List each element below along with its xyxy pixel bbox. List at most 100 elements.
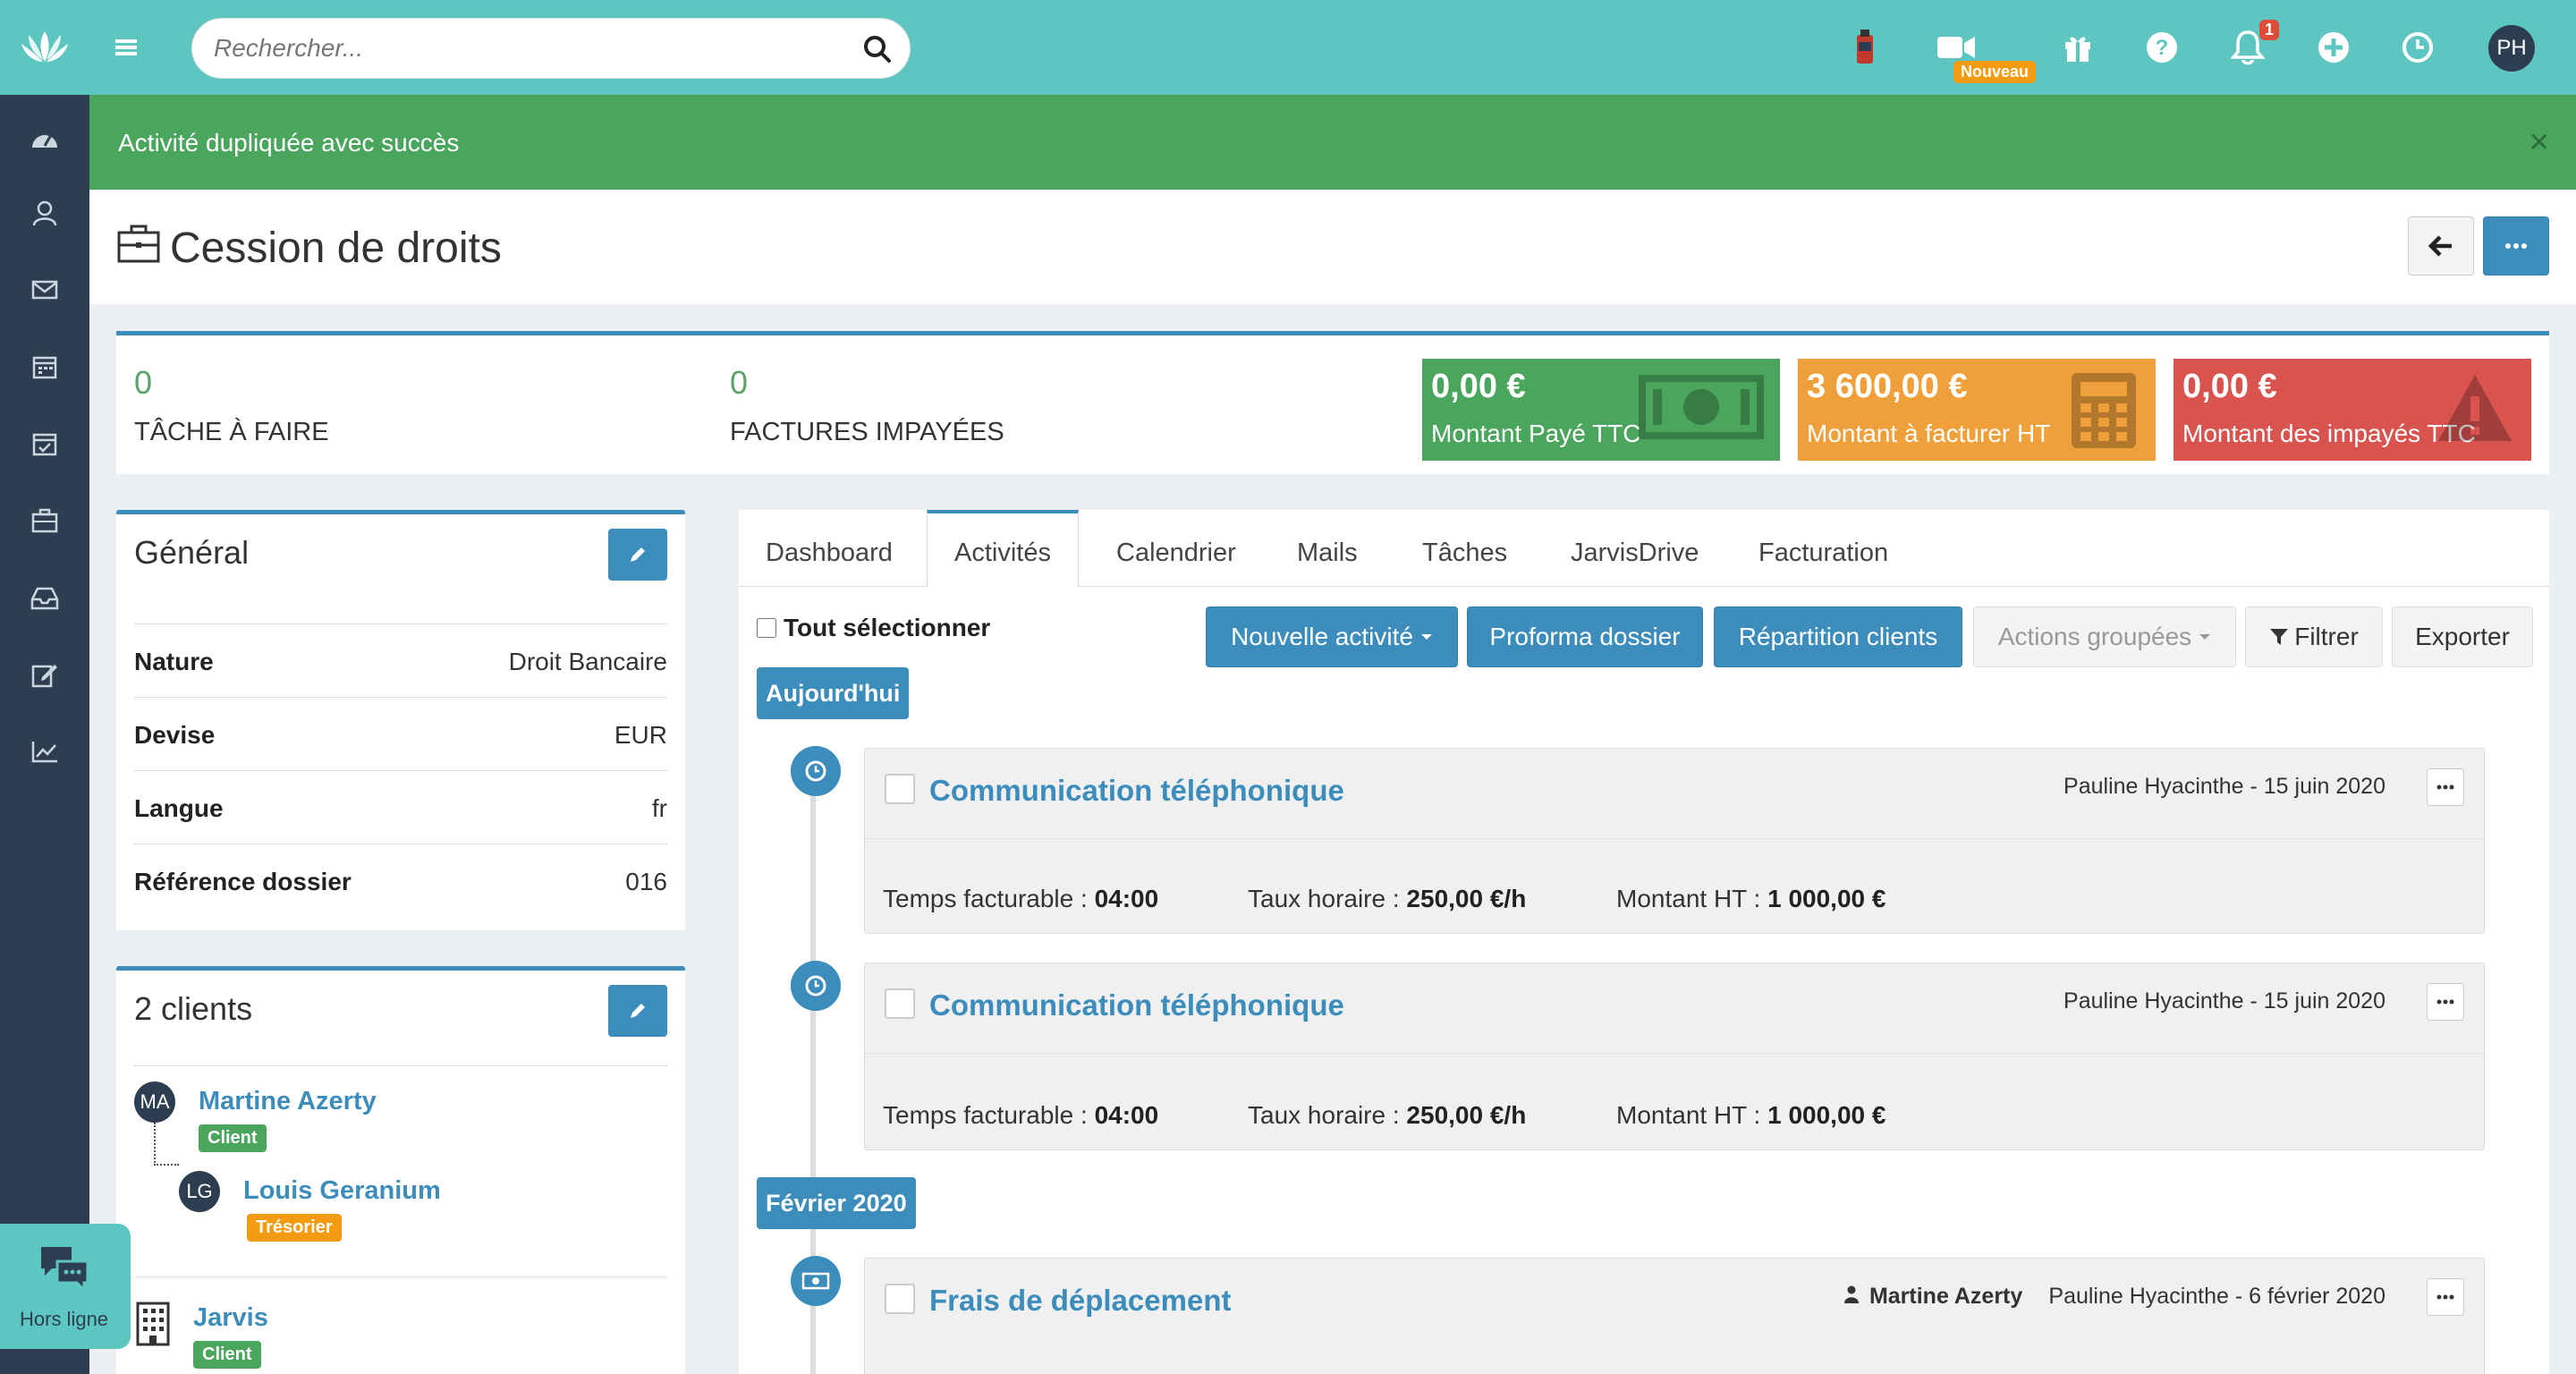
general-row-devise: Devise EUR: [134, 697, 667, 770]
repartition-button[interactable]: Répartition clients: [1714, 606, 1962, 667]
activity-checkbox[interactable]: [885, 988, 915, 1019]
edit-clients-button[interactable]: [608, 985, 667, 1037]
clients-panel: 2 clients MA Martine Azerty Client LG Lo…: [116, 966, 685, 1374]
chat-status-label: Hors ligne: [20, 1308, 109, 1330]
mail-icon[interactable]: [27, 272, 63, 308]
field-label: Temps facturable :: [883, 885, 1088, 912]
help-icon[interactable]: ?: [2141, 27, 2182, 68]
pencil-icon: [631, 547, 645, 562]
general-panel: Général Nature Droit Bancaire Devise EUR…: [116, 510, 685, 930]
select-all-label: Tout sélectionner: [784, 614, 991, 641]
chat-bubbles-icon: [41, 1247, 89, 1293]
chat-widget[interactable]: Hors ligne: [0, 1224, 131, 1349]
general-row-langue: Langue fr: [134, 770, 667, 844]
tab-mails[interactable]: Mails: [1297, 510, 1358, 587]
alert-close-button[interactable]: ×: [2529, 123, 2549, 162]
button-label: Filtrer: [2294, 623, 2359, 650]
inbox-icon[interactable]: [27, 580, 63, 615]
contacts-icon[interactable]: [27, 195, 63, 231]
briefcase-icon: [117, 225, 160, 263]
amount-ht: Montant HT : 1 000,00 €: [1616, 885, 1885, 913]
field-label: Taux horaire :: [1248, 1101, 1400, 1129]
amount-ht: Montant HT : 1 000,00 €: [1616, 1101, 1885, 1130]
filter-icon: [2270, 629, 2289, 645]
tab-dashboard[interactable]: Dashboard: [766, 510, 893, 587]
search-icon[interactable]: [861, 33, 894, 65]
kpi-paid: 0,00 € Montant Payé TTC: [1422, 359, 1780, 461]
calendar-icon[interactable]: [27, 349, 63, 385]
field-value: 04:00: [1094, 885, 1159, 912]
divider: [865, 838, 2484, 839]
add-circle-icon[interactable]: [2313, 27, 2354, 68]
tab-taches[interactable]: Tâches: [1422, 510, 1507, 587]
button-label: Actions groupées: [1997, 623, 2192, 650]
menu-toggle-icon[interactable]: [107, 29, 145, 66]
success-alert: Activité dupliquée avec succès ×: [89, 95, 2576, 190]
clock-icon: [791, 961, 841, 1011]
lotus-logo-icon: [21, 31, 68, 62]
activity-title[interactable]: Frais de déplacement: [929, 1284, 1231, 1318]
activity-title[interactable]: Communication téléphonique: [929, 774, 1344, 808]
chart-line-icon[interactable]: [27, 734, 63, 769]
field-value: 1 000,00 €: [1767, 885, 1886, 912]
calendar-check-icon[interactable]: [27, 426, 63, 462]
kpi-to-bill: 3 600,00 € Montant à facturer HT: [1798, 359, 2156, 461]
notification-count-badge: 1: [2259, 20, 2280, 40]
field-value: 1 000,00 €: [1767, 1101, 1886, 1129]
filter-button[interactable]: Filtrer: [2245, 606, 2383, 667]
user-avatar[interactable]: PH: [2488, 25, 2535, 72]
field-label: Montant HT :: [1616, 885, 1761, 912]
tab-activites[interactable]: Activités: [927, 510, 1079, 588]
tab-calendrier[interactable]: Calendrier: [1116, 510, 1236, 587]
briefcase-icon[interactable]: [27, 503, 63, 539]
activity-checkbox[interactable]: [885, 1284, 915, 1314]
app-logo[interactable]: [0, 0, 89, 95]
client-link-jarvis[interactable]: Jarvis: [193, 1303, 268, 1333]
select-all[interactable]: Tout sélectionner: [757, 614, 990, 642]
divider: [134, 1276, 667, 1277]
activity-menu-button[interactable]: [2427, 768, 2464, 806]
activity-card: Communication téléphonique Pauline Hyaci…: [864, 963, 2485, 1150]
avatar: MA: [134, 1081, 175, 1123]
select-all-checkbox[interactable]: [757, 618, 776, 638]
ellipsis-icon: [2505, 243, 2527, 249]
grouped-actions-button[interactable]: Actions groupées: [1973, 606, 2236, 667]
activity-meta: Pauline Hyacinthe - 15 juin 2020: [2063, 774, 2385, 799]
proforma-button[interactable]: Proforma dossier: [1467, 606, 1703, 667]
activity-menu-button[interactable]: [2427, 983, 2464, 1021]
extension-icon[interactable]: [1844, 27, 1885, 68]
export-button[interactable]: Exporter: [2392, 606, 2533, 667]
more-options-button[interactable]: [2483, 216, 2549, 276]
clock-icon[interactable]: [2397, 27, 2438, 68]
hourly-rate: Taux horaire : 250,00 €/h: [1248, 885, 1526, 913]
gift-icon[interactable]: [2057, 27, 2098, 68]
general-panel-title: Général: [134, 534, 250, 571]
search-input[interactable]: [214, 28, 840, 69]
client-link-louis[interactable]: Louis Geranium: [243, 1176, 441, 1206]
kpi-paid-label: Montant Payé TTC: [1431, 420, 1641, 447]
button-label: Nouvelle activité: [1231, 623, 1413, 650]
client-link-martine[interactable]: Martine Azerty: [199, 1087, 377, 1116]
kpi-unpaid-value: 0,00 €: [2182, 368, 2277, 405]
money-icon: [791, 1256, 841, 1306]
top-bar: Nouveau ? 1 PH: [0, 0, 2576, 95]
caret-down-icon: [1420, 634, 1432, 640]
dashboard-icon[interactable]: [27, 120, 63, 156]
general-row-reference: Référence dossier 016: [134, 844, 667, 917]
search-box: [191, 18, 911, 79]
row-key: Devise: [134, 721, 216, 749]
activity-menu-button[interactable]: [2427, 1278, 2464, 1316]
tab-jarvisdrive[interactable]: JarvisDrive: [1571, 510, 1699, 587]
tab-facturation[interactable]: Facturation: [1758, 510, 1888, 587]
role-badge: Client: [199, 1124, 267, 1152]
back-button[interactable]: [2408, 216, 2474, 276]
client-name: Martine Azerty: [1868, 1284, 2023, 1309]
general-row-nature: Nature Droit Bancaire: [134, 623, 667, 697]
kpi-to-bill-value: 3 600,00 €: [1807, 368, 1968, 405]
edit-general-button[interactable]: [608, 529, 667, 581]
row-value: 016: [625, 868, 667, 895]
new-activity-button[interactable]: Nouvelle activité: [1206, 606, 1458, 667]
activity-checkbox[interactable]: [885, 774, 915, 804]
edit-note-icon[interactable]: [27, 657, 63, 692]
activity-title[interactable]: Communication téléphonique: [929, 988, 1344, 1022]
